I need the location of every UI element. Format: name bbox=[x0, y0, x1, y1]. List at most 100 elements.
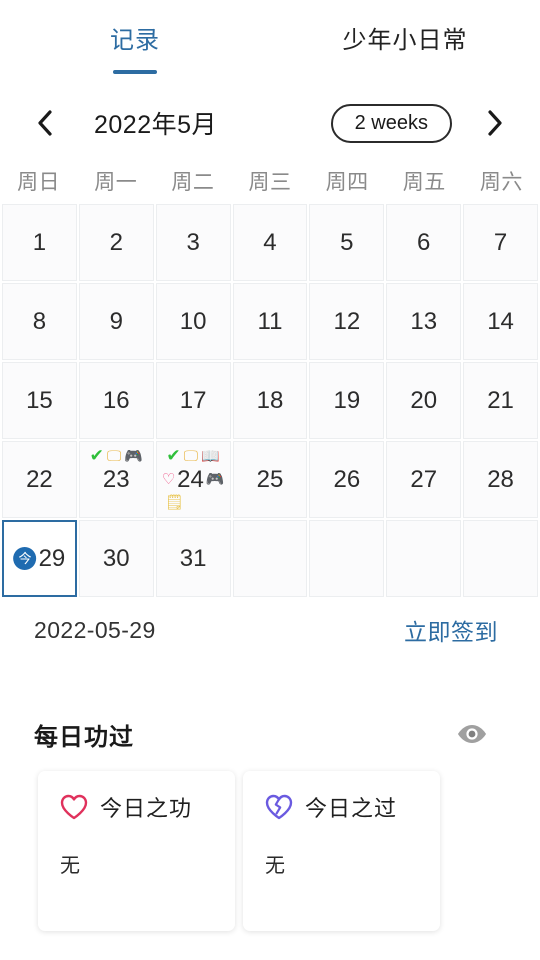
day-number: 7 bbox=[493, 228, 508, 256]
calendar-cell-empty bbox=[386, 520, 462, 597]
day-number: 13 bbox=[410, 307, 438, 335]
heart-icon bbox=[60, 794, 88, 820]
calendar-day-cell[interactable]: 3 bbox=[155, 204, 231, 281]
day-number: 6 bbox=[417, 228, 431, 256]
calendar-day-cell[interactable]: 31 bbox=[155, 520, 231, 597]
calendar-day-cell[interactable]: 18 bbox=[232, 362, 308, 439]
merit-fault-cards: 今日之功 无 今日之过 无 bbox=[0, 771, 540, 931]
weekday-header-row: 周日 周一 周二 周三 周四 周五 周六 bbox=[0, 158, 540, 204]
day-number: 27 bbox=[410, 465, 438, 493]
tab-inactive-underline bbox=[383, 70, 427, 74]
broken-heart-icon bbox=[265, 794, 293, 820]
calendar-day-cell[interactable]: 11 bbox=[232, 283, 308, 360]
chevron-right-icon[interactable] bbox=[478, 106, 512, 140]
calendar-day-cell[interactable]: 6 bbox=[386, 204, 462, 281]
day-number: 20 bbox=[410, 386, 438, 414]
calendar-day-cell[interactable]: ✔ 🖵 📖 ♡ 24 🎮 🗒 bbox=[155, 441, 231, 518]
weekday-thu: 周四 bbox=[325, 171, 369, 194]
selected-date-text: 2022-05-29 bbox=[34, 616, 156, 643]
merit-card-body: 无 bbox=[60, 855, 80, 877]
tab-daily-life-label: 少年小日常 bbox=[342, 27, 468, 54]
calendar-day-cell[interactable]: 19 bbox=[309, 362, 385, 439]
day-number: 25 bbox=[256, 465, 284, 493]
day-number: 9 bbox=[109, 307, 123, 335]
calendar-day-cell[interactable]: 21 bbox=[463, 362, 538, 439]
merit-card-title: 今日之功 bbox=[100, 796, 193, 821]
day-number: 15 bbox=[26, 386, 53, 414]
today-badge-icon: 今 bbox=[13, 547, 37, 570]
calendar-day-cell[interactable]: 25 bbox=[232, 441, 308, 518]
calendar-day-cell[interactable]: 9 bbox=[78, 283, 154, 360]
fault-card-title: 今日之过 bbox=[305, 796, 398, 821]
top-tabbar: 记录 少年小日常 bbox=[0, 0, 540, 92]
calendar-day-cell[interactable]: 12 bbox=[309, 283, 385, 360]
calendar-day-cell[interactable]: 16 bbox=[78, 362, 154, 439]
calendar-day-cell[interactable]: 7 bbox=[463, 204, 538, 281]
calendar-day-cell[interactable]: 今 29 bbox=[2, 520, 77, 597]
merit-card[interactable]: 今日之功 无 bbox=[38, 771, 235, 931]
calendar-day-cell[interactable]: 4 bbox=[232, 204, 308, 281]
calendar-day-cell[interactable]: 22 bbox=[2, 441, 77, 518]
selected-date-row: 2022-05-29 立即签到 bbox=[0, 597, 540, 663]
section-title: 每日功过 bbox=[34, 723, 134, 751]
day-number: 10 bbox=[179, 307, 207, 335]
eye-icon[interactable] bbox=[456, 723, 488, 745]
calendar-cell-empty bbox=[463, 520, 538, 597]
calendar-day-cell[interactable]: 17 bbox=[155, 362, 231, 439]
calendar-day-cell[interactable]: 27 bbox=[386, 441, 462, 518]
day-number: 18 bbox=[256, 386, 284, 414]
fault-card[interactable]: 今日之过 无 bbox=[243, 771, 440, 931]
check-mark: ✔ bbox=[89, 445, 104, 466]
weekday-wed: 周三 bbox=[248, 171, 292, 194]
day-number: 19 bbox=[333, 386, 361, 414]
day-number: 28 bbox=[487, 465, 514, 493]
weekday-sat: 周六 bbox=[479, 171, 523, 194]
calendar-day-cell[interactable]: 13 bbox=[386, 283, 462, 360]
day-number: 11 bbox=[257, 307, 283, 335]
calendar-day-cell[interactable]: 30 bbox=[78, 520, 154, 597]
weekday-fri: 周五 bbox=[402, 171, 446, 194]
tab-records-label: 记录 bbox=[110, 27, 160, 54]
calendar-day-cell[interactable]: ✔ 🖵 🎮 23 bbox=[78, 441, 154, 518]
sign-in-link[interactable]: 立即签到 bbox=[404, 613, 498, 647]
day-number-row: ♡ 24 🎮 bbox=[162, 466, 225, 493]
day-number: 12 bbox=[333, 307, 361, 335]
day-number: 8 bbox=[32, 307, 47, 335]
day-number: 17 bbox=[179, 386, 207, 414]
monitor-icon: 🖵 bbox=[183, 446, 199, 465]
calendar-day-cell[interactable]: 14 bbox=[463, 283, 538, 360]
calendar-grid: 1 2 3 4 5 6 7 8 9 10 11 12 13 14 15 16 17 18 19 20 21 22 ✔ 🖵 🎮 23… bbox=[0, 204, 540, 597]
game-controller-icon: 🎮 bbox=[124, 446, 143, 465]
heart-icon: ♡ bbox=[161, 470, 176, 488]
calendar-day-cell[interactable]: 15 bbox=[2, 362, 77, 439]
tab-daily-life[interactable]: 少年小日常 bbox=[270, 26, 540, 74]
weekday-mon: 周一 bbox=[94, 171, 138, 194]
day-number: 26 bbox=[333, 465, 361, 493]
calendar-day-cell[interactable]: 2 bbox=[78, 204, 154, 281]
calendar-day-cell[interactable]: 5 bbox=[309, 204, 385, 281]
day-marks-bottom: 🗒 bbox=[157, 493, 230, 511]
day-number: 4 bbox=[263, 228, 277, 256]
calendar-cell-empty bbox=[232, 520, 308, 597]
day-number: 16 bbox=[102, 386, 130, 414]
month-title: 2022年5月 bbox=[94, 111, 218, 139]
day-number: 14 bbox=[487, 307, 514, 335]
calendar-day-cell[interactable]: 28 bbox=[463, 441, 538, 518]
check-mark: ✔ bbox=[166, 445, 181, 466]
day-number: 23 bbox=[102, 465, 130, 493]
day-number: 1 bbox=[32, 228, 47, 256]
calendar-day-cell[interactable]: 26 bbox=[309, 441, 385, 518]
day-marks-top: ✔ 🖵 📖 bbox=[166, 447, 219, 465]
range-toggle-button[interactable]: 2 weeks bbox=[330, 103, 452, 143]
app-root: 记录 少年小日常 2022年5月 2 weeks 周日 周一 周二 周三 周四 … bbox=[0, 0, 540, 960]
tab-records[interactable]: 记录 bbox=[0, 26, 270, 74]
calendar-day-cell[interactable]: 1 bbox=[2, 204, 77, 281]
calendar-day-cell[interactable]: 20 bbox=[386, 362, 462, 439]
day-number-row: 23 bbox=[103, 466, 130, 493]
merit-card-header: 今日之功 bbox=[60, 791, 235, 823]
calendar-day-cell[interactable]: 8 bbox=[2, 283, 77, 360]
day-number: 30 bbox=[102, 544, 130, 572]
chevron-left-icon[interactable] bbox=[28, 106, 62, 140]
day-number: 29 bbox=[38, 544, 66, 572]
calendar-day-cell[interactable]: 10 bbox=[155, 283, 231, 360]
